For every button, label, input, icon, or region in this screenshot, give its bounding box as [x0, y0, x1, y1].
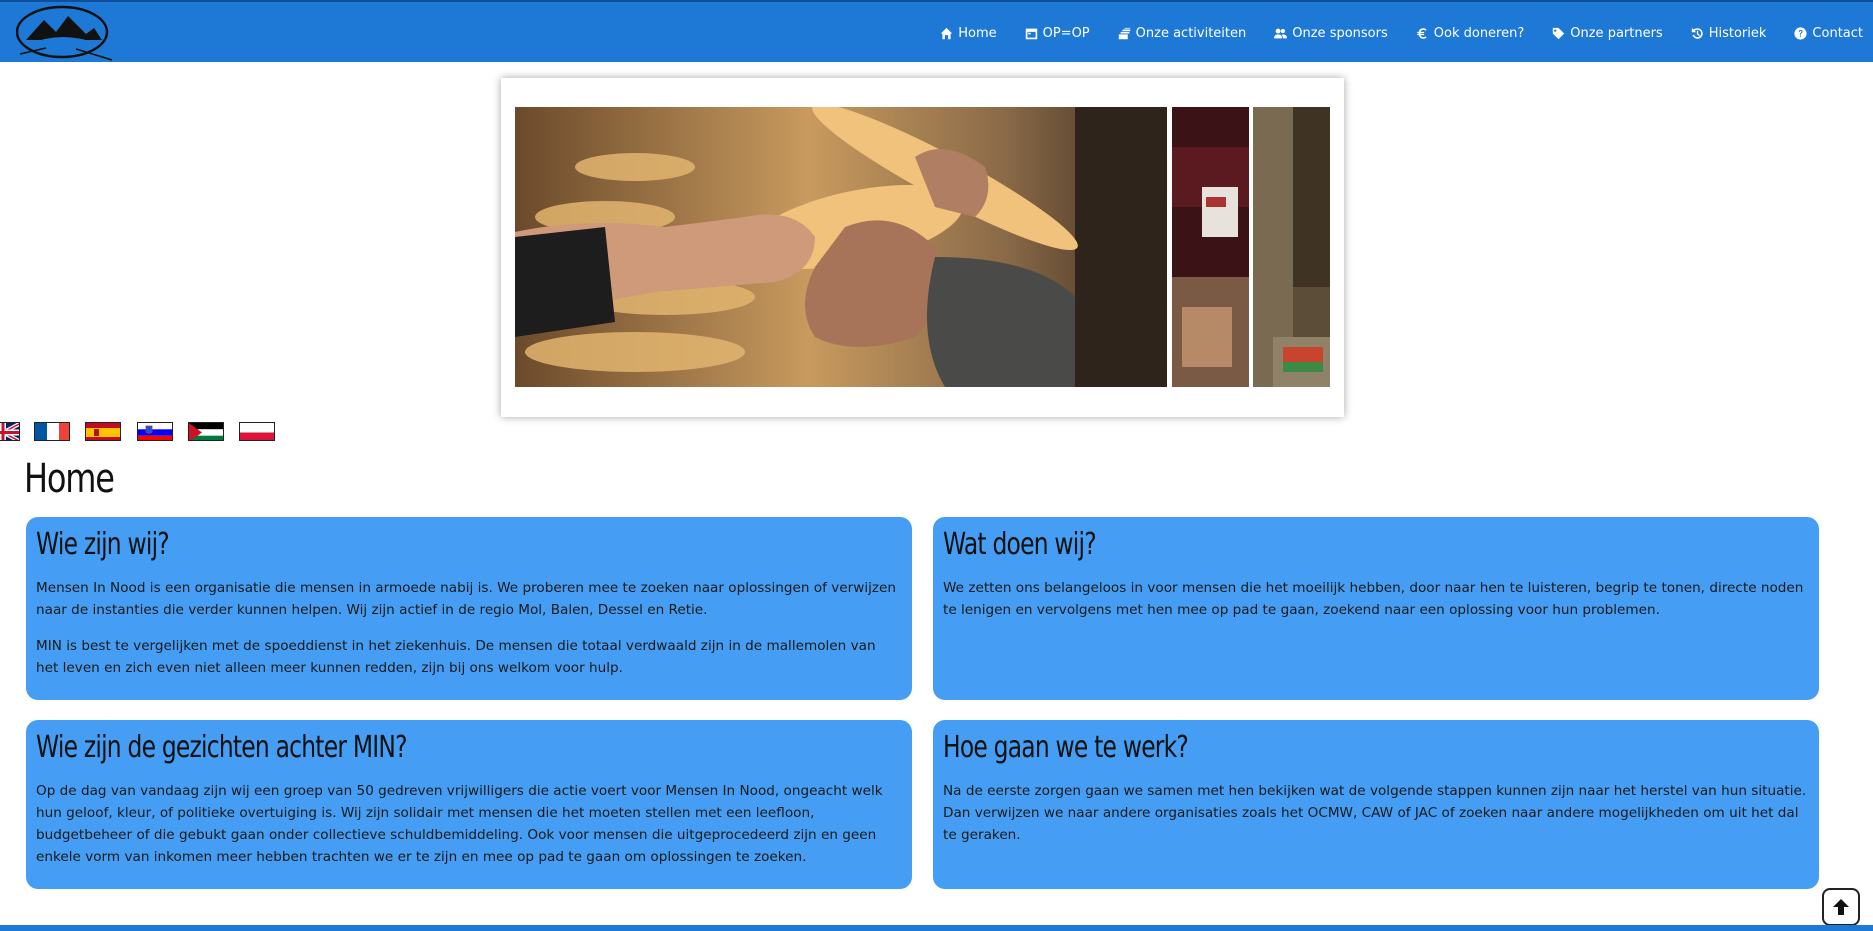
- card-hoe-te-werk: Hoe gaan we te werk? Na de eerste zorgen…: [933, 720, 1819, 889]
- slovenian-flag[interactable]: [137, 422, 173, 441]
- card-gezichten: Wie zijn de gezichten achter MIN? Op de …: [26, 720, 912, 889]
- layers-icon: [1118, 27, 1130, 39]
- card-text: MIN is best te vergelijken met de spoedd…: [36, 638, 876, 676]
- top-navbar: Home OP=OP Onze activiteiten Onze sponso…: [0, 0, 1873, 62]
- card-text: Op de dag van vandaag zijn wij een groep…: [36, 783, 883, 865]
- history-icon: [1691, 27, 1703, 39]
- card-wie-zijn-wij: Wie zijn wij? Mensen In Nood is een orga…: [26, 517, 912, 700]
- tag-icon: [1553, 27, 1565, 39]
- nav-contact[interactable]: Contact: [1794, 26, 1863, 41]
- nav-home[interactable]: Home: [940, 25, 997, 41]
- palestinian-flag[interactable]: [188, 422, 224, 441]
- slide-bread-hands[interactable]: [515, 107, 1167, 387]
- slide-thumb-shelf[interactable]: [1253, 107, 1330, 387]
- spanish-flag[interactable]: [85, 422, 121, 441]
- french-flag[interactable]: [34, 422, 70, 441]
- euro-icon: [1416, 27, 1427, 39]
- arrow-up-icon: [1833, 899, 1849, 915]
- nav-doneren[interactable]: Ook doneren?: [1416, 25, 1525, 41]
- home-icon: [941, 27, 953, 39]
- nav-activiteiten-label: Onze activiteiten: [1135, 25, 1247, 41]
- nav-historiek-label: Historiek: [1708, 25, 1767, 41]
- card-title: Wat doen wij?: [943, 527, 1097, 562]
- nav-sponsors[interactable]: Onze sponsors: [1274, 26, 1388, 41]
- card-wat-doen-wij: Wat doen wij? We zetten ons belangeloos …: [933, 517, 1819, 700]
- nav-doneren-label: Ook doneren?: [1433, 25, 1525, 41]
- nav-home-label: Home: [958, 25, 997, 41]
- calendar-icon: [1025, 28, 1037, 39]
- bread-photo: [515, 107, 1167, 387]
- nav-op-op[interactable]: OP=OP: [1025, 26, 1090, 41]
- nav-contact-label: Contact: [1812, 25, 1863, 41]
- nav-partners[interactable]: Onze partners: [1552, 25, 1663, 41]
- shelf-photo: [1253, 107, 1330, 387]
- users-icon: [1274, 28, 1288, 38]
- question-icon: [1794, 26, 1808, 40]
- slide-thumb-jars[interactable]: [1172, 107, 1249, 387]
- nav-partners-label: Onze partners: [1570, 25, 1663, 41]
- image-slider: [501, 78, 1344, 417]
- card-title: Hoe gaan we te werk?: [943, 730, 1189, 765]
- card-title: Wie zijn de gezichten achter MIN?: [36, 730, 407, 765]
- nav-sponsors-label: Onze sponsors: [1292, 25, 1388, 41]
- english-flag[interactable]: [0, 422, 20, 441]
- card-text: Na de eerste zorgen gaan we samen met he…: [943, 783, 1807, 843]
- jars-photo: [1172, 107, 1249, 387]
- card-text: Mensen In Nood is een organisatie die me…: [36, 580, 896, 618]
- card-text: We zetten ons belangeloos in voor mensen…: [943, 580, 1804, 618]
- nav-op-op-label: OP=OP: [1042, 25, 1090, 41]
- page-title: Home: [24, 456, 115, 502]
- card-title: Wie zijn wij?: [36, 527, 170, 562]
- footer-bar: [0, 925, 1873, 931]
- nav-historiek[interactable]: Historiek: [1691, 25, 1767, 41]
- logo[interactable]: [16, 4, 116, 62]
- nav-activiteiten[interactable]: Onze activiteiten: [1118, 25, 1247, 41]
- polish-flag[interactable]: [239, 422, 275, 441]
- back-to-top-button[interactable]: [1822, 888, 1860, 926]
